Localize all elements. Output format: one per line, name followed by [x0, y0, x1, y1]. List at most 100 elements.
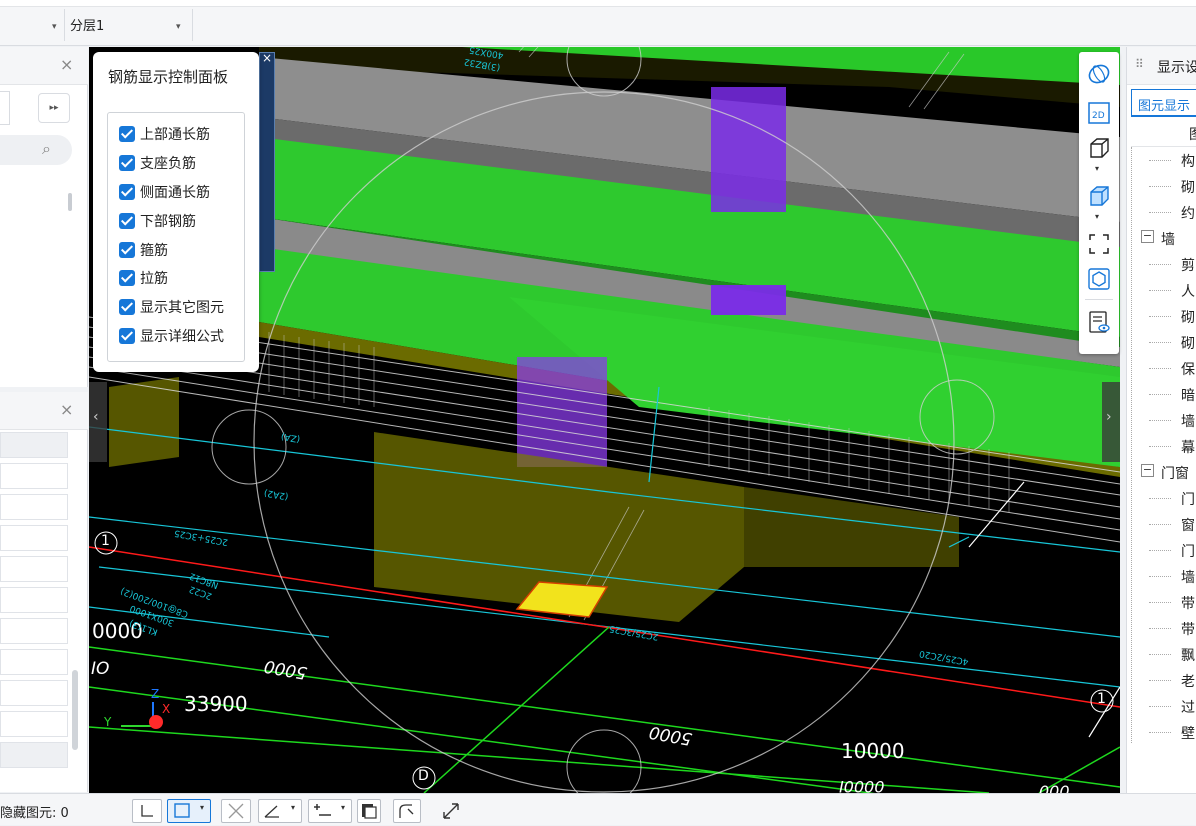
tree-item-label: 过 — [1181, 700, 1195, 716]
dim-label: 10000 — [841, 739, 905, 763]
angle-snap-button[interactable]: ▾ — [258, 799, 302, 823]
tree-item-row[interactable]: 构 — [1131, 147, 1196, 173]
property-row[interactable] — [0, 711, 68, 737]
fullscreen-icon[interactable] — [1087, 232, 1111, 256]
tree-item-row[interactable]: 门 — [1131, 537, 1196, 563]
checkbox-label: 拉筋 — [140, 271, 168, 287]
checkbox-bottom-rebar[interactable]: 下部钢筋 — [119, 211, 196, 231]
tree-item-label: 带 — [1181, 596, 1195, 612]
display-mode-icon — [362, 804, 377, 819]
element-view-icon[interactable] — [1087, 267, 1111, 291]
tree-item-row[interactable]: 暗 — [1131, 381, 1196, 407]
tree-item-label: 构 — [1181, 154, 1195, 170]
close-icon[interactable]: × — [262, 51, 272, 65]
hidden-panel-edge: × — [259, 51, 275, 272]
tree-item-row[interactable]: 飘 — [1131, 641, 1196, 667]
property-row[interactable] — [0, 587, 68, 613]
checkbox-checked-icon[interactable] — [119, 184, 135, 200]
display-settings-icon[interactable] — [1087, 310, 1111, 334]
expand-button[interactable]: ▸▸ — [38, 93, 70, 123]
tree-item-label: 带 — [1181, 622, 1195, 638]
column-header-label: 图 — [1189, 124, 1196, 144]
tree-item-row[interactable]: 约 — [1131, 199, 1196, 225]
tree-item-row[interactable]: 带 — [1131, 615, 1196, 641]
title-strip — [0, 0, 1196, 7]
property-row[interactable] — [0, 742, 68, 768]
tree-item-row[interactable]: 带 — [1131, 589, 1196, 615]
ortho-button[interactable] — [132, 799, 162, 823]
checkbox-top-through-rebar[interactable]: 上部通长筋 — [119, 124, 210, 144]
orbit-icon[interactable] — [1087, 62, 1111, 86]
checkbox-show-other-elements[interactable]: 显示其它图元 — [119, 297, 224, 317]
tree-item-row[interactable]: 壁 — [1131, 719, 1196, 745]
tree-connector — [1149, 186, 1171, 187]
trim-button[interactable] — [393, 799, 421, 823]
checkbox-checked-icon[interactable] — [119, 242, 135, 258]
nav-right-icon[interactable]: › — [1106, 409, 1112, 425]
tree-item-row[interactable]: 窗 — [1131, 511, 1196, 537]
property-row[interactable] — [0, 618, 68, 644]
close-icon[interactable]: × — [60, 400, 73, 419]
close-icon[interactable]: × — [60, 55, 73, 74]
tab-element-display[interactable]: 图元显示 — [1131, 89, 1196, 117]
tree-item-row[interactable]: 砌 — [1131, 173, 1196, 199]
scrollbar-thumb[interactable] — [72, 670, 78, 750]
select-mode-button[interactable]: ▾ — [167, 799, 211, 823]
checkbox-checked-icon[interactable] — [119, 270, 135, 286]
tree-item-row[interactable]: 剪 — [1131, 251, 1196, 277]
left-panel-top: × ▸▸ ⌕ — [0, 47, 88, 387]
tree-item-row[interactable]: 砌 — [1131, 329, 1196, 355]
tree-line — [1131, 147, 1132, 743]
toolbar-divider — [1085, 299, 1113, 300]
tree-item-row[interactable]: 墙 — [1131, 563, 1196, 589]
cross-select-button[interactable] — [221, 799, 251, 823]
tree-group-row[interactable]: − 门窗 — [1131, 459, 1196, 485]
tree-connector — [1149, 394, 1171, 395]
view-shaded-cube-icon[interactable] — [1087, 184, 1111, 208]
tree-group-row[interactable]: − 墙 — [1131, 225, 1196, 251]
offset-button[interactable]: ▾ — [308, 799, 352, 823]
tree-item-row[interactable]: 过 — [1131, 693, 1196, 719]
layer-combo[interactable]: 分层1 ▾ — [70, 14, 190, 40]
property-row[interactable] — [0, 649, 68, 675]
property-row[interactable] — [0, 680, 68, 706]
search-input[interactable]: ⌕ — [0, 135, 72, 165]
checkbox-show-detail-formula[interactable]: 显示详细公式 — [119, 326, 224, 346]
property-row[interactable] — [0, 556, 68, 582]
checkbox-checked-icon[interactable] — [119, 213, 135, 229]
view-3d-cube-icon[interactable] — [1087, 136, 1111, 160]
view-2d-icon[interactable]: 2D — [1087, 101, 1111, 125]
checkbox-tie-rebar[interactable]: 拉筋 — [119, 268, 168, 288]
checkbox-checked-icon[interactable] — [119, 126, 135, 142]
tree-item-label: 砌 — [1181, 180, 1195, 196]
display-mode-button[interactable] — [357, 799, 381, 823]
toolbar-divider — [64, 9, 65, 41]
tree-item-label: 门窗 — [1161, 466, 1189, 482]
name-input[interactable] — [0, 91, 10, 125]
checkbox-support-negative-rebar[interactable]: 支座负筋 — [119, 153, 196, 173]
tree-item-row[interactable]: 幕 — [1131, 433, 1196, 459]
collapse-icon[interactable]: − — [1141, 464, 1154, 477]
chevron-down-icon[interactable]: ▾ — [1095, 164, 1099, 173]
checkbox-stirrup[interactable]: 箍筋 — [119, 240, 168, 260]
checkbox-checked-icon[interactable] — [119, 328, 135, 344]
drag-handle-icon[interactable]: ⠿ — [1135, 57, 1144, 71]
nav-left-icon[interactable]: ‹ — [93, 409, 99, 425]
floor-combo[interactable]: ▾ — [48, 14, 64, 40]
tree-item-row[interactable]: 老 — [1131, 667, 1196, 693]
chevron-down-icon[interactable]: ▾ — [1095, 212, 1099, 221]
tree-item-row[interactable]: 墙 — [1131, 407, 1196, 433]
property-row[interactable] — [0, 494, 68, 520]
collapse-icon[interactable]: − — [1141, 230, 1154, 243]
property-row[interactable] — [0, 525, 68, 551]
checkbox-checked-icon[interactable] — [119, 155, 135, 171]
property-row[interactable] — [0, 463, 68, 489]
tree-item-row[interactable]: 人 — [1131, 277, 1196, 303]
checkbox-side-through-rebar[interactable]: 侧面通长筋 — [119, 182, 210, 202]
scrollbar-thumb[interactable] — [68, 193, 72, 211]
tree-item-row[interactable]: 砌 — [1131, 303, 1196, 329]
tree-item-row[interactable]: 门 — [1131, 485, 1196, 511]
tree-item-row[interactable]: 保 — [1131, 355, 1196, 381]
expand-icon[interactable] — [440, 800, 462, 822]
checkbox-checked-icon[interactable] — [119, 299, 135, 315]
